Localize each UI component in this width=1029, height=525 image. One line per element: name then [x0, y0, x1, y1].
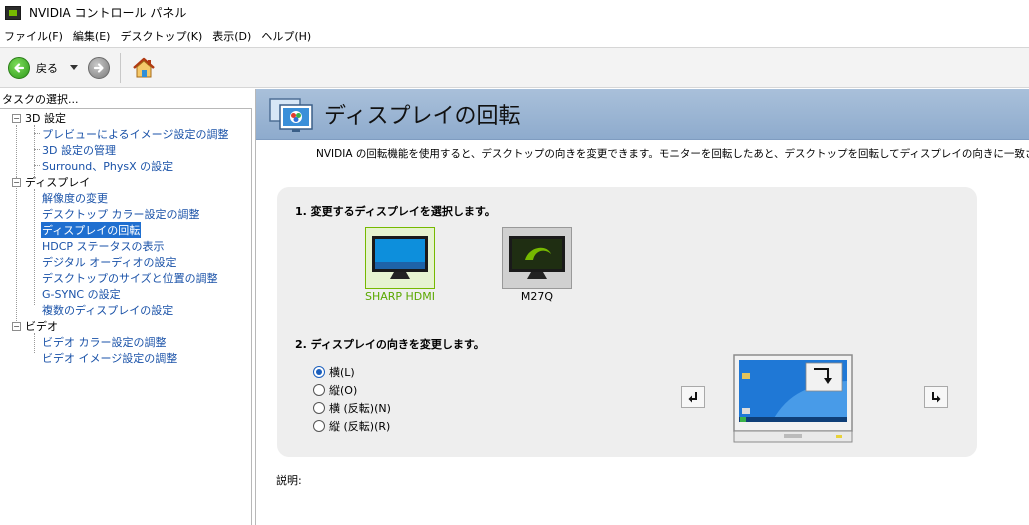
collapse-icon[interactable]: − — [12, 177, 21, 187]
page-header: ディスプレイの回転 — [256, 89, 1029, 140]
radio-landscape[interactable]: 横(L) — [313, 363, 355, 381]
title-bar: NVIDIA コントロール パネル — [0, 0, 1029, 25]
radio-label: 横 (反転)(N) — [329, 402, 391, 415]
rotate-right-icon — [932, 392, 941, 403]
radio-label: 横(L) — [329, 366, 355, 379]
settings-panel: 1. 変更するディスプレイを選択します。 SHARP HDMI M27Q 2. … — [277, 187, 977, 457]
rotate-right-button[interactable] — [924, 386, 948, 408]
radio-button[interactable] — [313, 366, 325, 378]
radio-portrait[interactable]: 縦(O) — [313, 381, 357, 399]
toolbar-separator — [120, 52, 121, 83]
back-button[interactable]: 戻る — [8, 54, 58, 82]
back-arrow-icon — [8, 56, 30, 79]
tree-item-hdcp[interactable]: HDCP ステータスの表示 — [41, 238, 166, 254]
tree-item-preview-image[interactable]: プレビューによるイメージ設定の調整 — [41, 126, 229, 142]
rotation-preview — [733, 354, 853, 443]
step2-title: 2. ディスプレイの向きを変更します。 — [295, 338, 485, 351]
menu-desktop[interactable]: デスクトップ(K) — [116, 28, 208, 44]
tree-item-video-color[interactable]: ビデオ カラー設定の調整 — [41, 334, 168, 350]
page-description: NVIDIA の回転機能を使用すると、デスクトップの向きを変更できます。モニター… — [316, 148, 1029, 160]
tree-item-surround-physx[interactable]: Surround、PhysX の設定 — [41, 158, 174, 174]
tree-connector — [34, 165, 40, 166]
tree-item-rotate-display[interactable]: ディスプレイの回転 — [41, 222, 142, 238]
display-card-m27q[interactable] — [502, 227, 572, 289]
content-panel: ディスプレイの回転 NVIDIA の回転機能を使用すると、デスクトップの向きを変… — [255, 89, 1029, 525]
category-label: ディスプレイ — [25, 176, 91, 189]
menu-bar: ファイル(F) 編集(E) デスクトップ(K) 表示(D) ヘルプ(H) — [0, 26, 1029, 46]
task-select-label: タスクの選択... — [2, 93, 79, 106]
rotate-left-button[interactable] — [681, 386, 705, 408]
display-name-sharp-hdmi: SHARP HDMI — [364, 290, 436, 303]
tree-category-display[interactable]: − ディスプレイ — [12, 174, 90, 190]
radio-label: 縦(O) — [329, 384, 358, 397]
tree-item-desktop-color[interactable]: デスクトップ カラー設定の調整 — [41, 206, 201, 222]
display-name-m27q: M27Q — [520, 290, 554, 303]
forward-arrow-icon[interactable] — [88, 56, 110, 79]
radio-button[interactable] — [313, 420, 325, 432]
tree-item-resolution[interactable]: 解像度の変更 — [41, 190, 109, 206]
menu-view[interactable]: 表示(D) — [208, 28, 257, 44]
radio-label: 縦 (反転)(R) — [329, 420, 391, 433]
task-panel: タスクの選択... − 3D 設定 プレビューによるイメージ設定の調整 3D 設… — [0, 89, 252, 525]
radio-button[interactable] — [313, 402, 325, 414]
display-card-sharp-hdmi[interactable] — [365, 227, 435, 289]
tree-connector — [34, 333, 35, 353]
nvidia-app-icon — [5, 5, 21, 20]
tree-item-gsync[interactable]: G-SYNC の設定 — [41, 286, 122, 302]
menu-help[interactable]: ヘルプ(H) — [257, 28, 317, 44]
monitor-icon — [509, 236, 565, 279]
tree-item-desktop-size[interactable]: デスクトップのサイズと位置の調整 — [41, 270, 219, 286]
tree-connector — [34, 149, 40, 150]
tree-connector — [16, 125, 17, 177]
back-label: 戻る — [36, 61, 58, 75]
monitor-icon — [372, 236, 428, 279]
category-label: ビデオ — [25, 320, 58, 333]
tree-item-digital-audio[interactable]: デジタル オーディオの設定 — [41, 254, 178, 270]
tree-item-video-image[interactable]: ビデオ イメージ設定の調整 — [41, 350, 178, 366]
toolbar: 戻る — [0, 47, 1029, 88]
category-label: 3D 設定 — [25, 112, 66, 125]
tree-category-3d[interactable]: − 3D 設定 — [12, 110, 66, 126]
tree-item-multi-display[interactable]: 複数のディスプレイの設定 — [41, 302, 174, 318]
tree-connector — [34, 133, 40, 134]
explanation-label: 説明: — [276, 474, 302, 487]
task-tree: − 3D 設定 プレビューによるイメージ設定の調整 3D 設定の管理 Surro… — [0, 108, 252, 525]
rotate-left-icon — [688, 392, 697, 403]
radio-portrait-flipped[interactable]: 縦 (反転)(R) — [313, 417, 390, 435]
step1-title: 1. 変更するディスプレイを選択します。 — [295, 205, 496, 218]
menu-edit[interactable]: 編集(E) — [69, 28, 117, 44]
radio-landscape-flipped[interactable]: 横 (反転)(N) — [313, 399, 391, 417]
collapse-icon[interactable]: − — [12, 321, 21, 331]
tree-connector — [34, 189, 35, 305]
tree-item-3d-manage[interactable]: 3D 設定の管理 — [41, 142, 117, 158]
window-title: NVIDIA コントロール パネル — [29, 6, 187, 20]
tree-connector — [16, 177, 17, 321]
radio-button[interactable] — [313, 384, 325, 396]
dropdown-icon[interactable] — [70, 65, 78, 70]
collapse-icon[interactable]: − — [12, 113, 21, 123]
menu-file[interactable]: ファイル(F) — [0, 28, 69, 44]
tree-category-video[interactable]: − ビデオ — [12, 318, 58, 334]
home-icon[interactable] — [131, 55, 157, 81]
page-title: ディスプレイの回転 — [324, 104, 521, 129]
display-rotate-icon — [269, 98, 313, 132]
